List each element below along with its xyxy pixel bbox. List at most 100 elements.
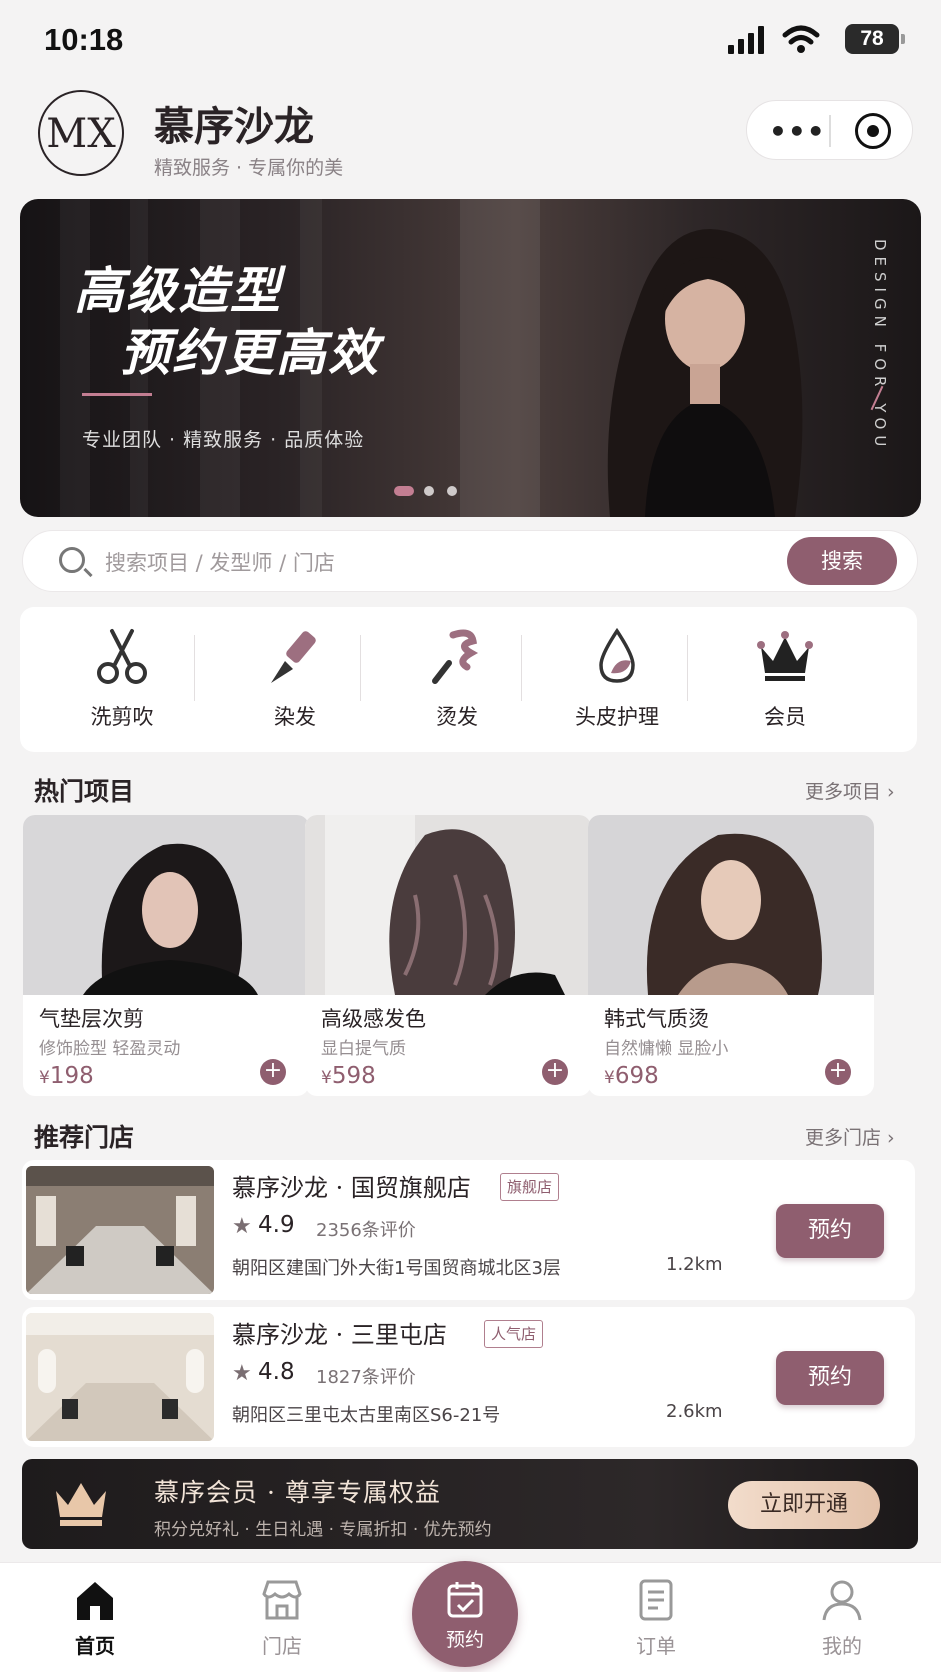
product-desc: 修饰脸型 轻盈灵动 bbox=[39, 1039, 181, 1059]
activate-membership-button[interactable]: 立即开通 bbox=[728, 1481, 880, 1529]
product-name: 高级感发色 bbox=[321, 1007, 426, 1031]
tab-label: 我的 bbox=[822, 1634, 862, 1658]
store-address: 朝阳区建国门外大街1号国贸商城北区3层 bbox=[232, 1258, 561, 1279]
product-image bbox=[305, 815, 591, 995]
product-price: ¥198 bbox=[39, 1063, 94, 1089]
star-icon: ★ bbox=[232, 1361, 252, 1386]
more-stores-link[interactable]: 更多门店 › bbox=[805, 1123, 895, 1150]
member-subtitle: 积分兑好礼 · 生日礼遇 · 专属折扣 · 优先预约 bbox=[154, 1520, 492, 1540]
book-button[interactable]: 预约 bbox=[776, 1351, 884, 1405]
product-card[interactable]: 气垫层次剪 修饰脸型 轻盈灵动 ¥198 + bbox=[23, 815, 309, 1096]
product-price: ¥598 bbox=[321, 1063, 376, 1089]
store-reviews: 1827条评价 bbox=[316, 1367, 416, 1388]
wifi-icon bbox=[782, 25, 820, 53]
droplet-leaf-icon bbox=[599, 627, 635, 683]
signal-icon bbox=[728, 26, 764, 54]
category-dye[interactable]: 染发 bbox=[210, 607, 380, 752]
store-distance: 1.2km bbox=[666, 1254, 723, 1275]
store-image bbox=[26, 1166, 214, 1294]
category-label: 会员 bbox=[764, 705, 806, 729]
carousel-dot-active[interactable] bbox=[394, 486, 414, 496]
search-icon bbox=[59, 547, 85, 573]
product-desc: 自然慵懒 显脸小 bbox=[604, 1039, 729, 1059]
more-menu-button[interactable]: ••• bbox=[769, 115, 826, 148]
tab-label: 首页 bbox=[75, 1634, 115, 1658]
tab-home[interactable]: 首页 bbox=[35, 1578, 155, 1668]
store-card[interactable]: 慕序沙龙 · 国贸旗舰店 旗舰店 ★ 4.9 2356条评价 朝阳区建国门外大街… bbox=[22, 1160, 915, 1300]
crown-icon bbox=[757, 631, 813, 681]
tab-booking[interactable]: 预约 bbox=[412, 1561, 518, 1667]
battery-icon: 78 bbox=[845, 24, 905, 54]
model-portrait-image bbox=[607, 229, 803, 517]
tab-label: 订单 bbox=[636, 1634, 676, 1658]
calendar-check-icon bbox=[447, 1582, 483, 1618]
search-button[interactable]: 搜索 bbox=[787, 537, 897, 585]
star-icon: ★ bbox=[232, 1214, 252, 1239]
add-to-cart-button[interactable]: + bbox=[825, 1059, 851, 1085]
curling-iron-icon bbox=[432, 629, 479, 684]
order-icon bbox=[639, 1579, 673, 1621]
status-time: 10:18 bbox=[44, 22, 124, 57]
store-name: 慕序沙龙 · 三里屯店 bbox=[232, 1321, 447, 1349]
banner-vertical-text: DESIGN FOR YOU bbox=[871, 239, 889, 453]
tab-profile[interactable]: 我的 bbox=[782, 1578, 902, 1668]
close-target-icon[interactable] bbox=[855, 113, 891, 149]
product-name: 气垫层次剪 bbox=[39, 1007, 144, 1031]
tab-stores[interactable]: 门店 bbox=[222, 1578, 342, 1668]
product-image bbox=[23, 815, 309, 995]
category-scalp-care[interactable]: 头皮护理 bbox=[532, 607, 702, 752]
banner-accent-line bbox=[82, 393, 152, 396]
product-card[interactable]: 高级感发色 显白提气质 ¥598 + bbox=[305, 815, 591, 1096]
product-card[interactable]: 韩式气质烫 自然慵懒 显脸小 ¥698 + bbox=[588, 815, 874, 1096]
tab-orders[interactable]: 订单 bbox=[596, 1578, 716, 1668]
capsule-divider bbox=[829, 115, 831, 147]
crown-icon bbox=[56, 1483, 106, 1526]
store-rating: 4.9 bbox=[258, 1212, 295, 1238]
carousel-dot[interactable] bbox=[447, 486, 457, 496]
home-icon bbox=[77, 1582, 113, 1620]
search-input[interactable]: 搜索项目 / 发型师 / 门店 bbox=[105, 547, 335, 577]
section-title-hot: 热门项目 bbox=[34, 777, 135, 806]
store-address: 朝阳区三里屯太古里南区S6-21号 bbox=[232, 1405, 501, 1426]
book-button[interactable]: 预约 bbox=[776, 1204, 884, 1258]
member-title: 慕序会员 · 尊享专属权益 bbox=[154, 1478, 441, 1507]
tab-label: 门店 bbox=[262, 1634, 302, 1658]
product-price: ¥698 bbox=[604, 1063, 659, 1089]
brand-slogan: 精致服务 · 专属你的美 bbox=[154, 157, 344, 179]
user-icon bbox=[822, 1580, 862, 1621]
mini-program-capsule: ••• bbox=[746, 100, 913, 160]
add-to-cart-button[interactable]: + bbox=[542, 1059, 568, 1085]
store-rating: 4.8 bbox=[258, 1359, 295, 1385]
carousel-dot[interactable] bbox=[424, 486, 434, 496]
store-reviews: 2356条评价 bbox=[316, 1220, 416, 1241]
store-name: 慕序沙龙 · 国贸旗舰店 bbox=[232, 1174, 471, 1202]
add-to-cart-button[interactable]: + bbox=[260, 1059, 286, 1085]
store-distance: 2.6km bbox=[666, 1401, 723, 1422]
dye-brush-icon bbox=[271, 631, 316, 683]
store-image bbox=[26, 1313, 214, 1441]
brand-logo: MX bbox=[38, 90, 124, 176]
banner-title-line2: 预约更高效 bbox=[120, 323, 380, 382]
category-perm[interactable]: 烫发 bbox=[372, 607, 542, 752]
member-banner[interactable]: 慕序会员 · 尊享专属权益 积分兑好礼 · 生日礼遇 · 专属折扣 · 优先预约… bbox=[22, 1459, 918, 1549]
tab-label: 预约 bbox=[445, 1629, 484, 1651]
category-label: 头皮护理 bbox=[575, 705, 659, 729]
section-title-stores: 推荐门店 bbox=[34, 1123, 135, 1152]
status-bar: 10:18 78 bbox=[0, 0, 941, 84]
category-member[interactable]: 会员 bbox=[700, 607, 870, 752]
search-bar[interactable]: 搜索项目 / 发型师 / 门店 搜索 bbox=[22, 530, 918, 592]
store-card[interactable]: 慕序沙龙 · 三里屯店 人气店 ★ 4.8 1827条评价 朝阳区三里屯太古里南… bbox=[22, 1307, 915, 1447]
store-icon bbox=[262, 1580, 302, 1620]
banner-subtitle: 专业团队 · 精致服务 · 品质体验 bbox=[82, 429, 365, 451]
category-label: 烫发 bbox=[436, 705, 478, 729]
category-wash-cut[interactable]: 洗剪吹 bbox=[37, 607, 207, 752]
product-image bbox=[588, 815, 874, 995]
product-desc: 显白提气质 bbox=[321, 1039, 406, 1059]
category-grid: 洗剪吹 染发 烫发 头皮护理 会员 bbox=[20, 607, 917, 752]
store-tag-badge: 人气店 bbox=[484, 1320, 544, 1348]
scissors-icon bbox=[97, 629, 147, 684]
store-tag-badge: 旗舰店 bbox=[500, 1173, 560, 1201]
more-projects-link[interactable]: 更多项目 › bbox=[805, 777, 895, 804]
brand-name: 慕序沙龙 bbox=[154, 103, 314, 150]
hero-banner[interactable]: 高级造型 预约更高效 专业团队 · 精致服务 · 品质体验 DESIGN FOR… bbox=[20, 199, 921, 517]
